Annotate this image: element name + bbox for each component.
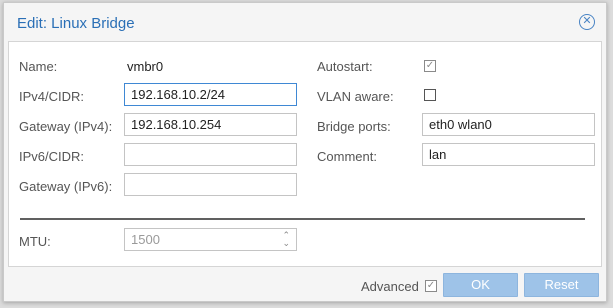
autostart-label: Autostart: [317, 59, 373, 74]
autostart-checkbox[interactable]: ✓ [424, 60, 436, 72]
dialog-titlebar: Edit: Linux Bridge ✕ [4, 3, 606, 41]
advanced-checkbox[interactable]: ✓ [425, 280, 437, 292]
gateway-ipv6-label: Gateway (IPv6): [19, 179, 113, 194]
ok-button[interactable]: OK [443, 273, 518, 297]
bridge-ports-label: Bridge ports: [317, 119, 391, 134]
ipv6-label: IPv6/CIDR: [19, 149, 85, 164]
mtu-spinner[interactable]: 1500 ⌃ ⌄ [124, 228, 297, 251]
checkmark-icon: ✓ [426, 280, 436, 291]
reset-button[interactable]: Reset [524, 273, 599, 297]
edit-linux-bridge-dialog: Edit: Linux Bridge ✕ Name: vmbr0 IPv4/CI… [3, 2, 607, 302]
bridge-ports-input[interactable]: eth0 wlan0 [422, 113, 595, 136]
comment-label: Comment: [317, 149, 377, 164]
ipv4-input[interactable]: 192.168.10.2/24 [124, 83, 297, 106]
name-label: Name: [19, 59, 58, 74]
close-icon[interactable]: ✕ [579, 14, 595, 30]
gateway-ipv6-input[interactable] [124, 173, 297, 196]
ipv6-input[interactable] [124, 143, 297, 166]
dialog-body: Name: vmbr0 IPv4/CIDR: 192.168.10.2/24 G… [8, 41, 602, 267]
mtu-value: 1500 [131, 232, 160, 247]
dialog-title: Edit: Linux Bridge [17, 15, 135, 32]
dialog-footer: Advanced ✓ OK Reset [8, 269, 602, 299]
checkmark-icon: ✓ [425, 60, 435, 71]
advanced-separator [20, 218, 585, 220]
spinner-arrows-icon[interactable]: ⌃ ⌄ [282, 231, 290, 248]
mtu-label: MTU: [19, 234, 51, 249]
ipv4-label: IPv4/CIDR: [19, 89, 85, 104]
gateway-ipv4-input[interactable]: 192.168.10.254 [124, 113, 297, 136]
name-value: vmbr0 [127, 59, 164, 74]
comment-input[interactable]: lan [422, 143, 595, 166]
vlan-aware-label: VLAN aware: [317, 89, 394, 104]
gateway-ipv4-label: Gateway (IPv4): [19, 119, 113, 134]
advanced-toggle-label: Advanced [361, 279, 419, 294]
vlan-aware-checkbox[interactable] [424, 89, 436, 101]
